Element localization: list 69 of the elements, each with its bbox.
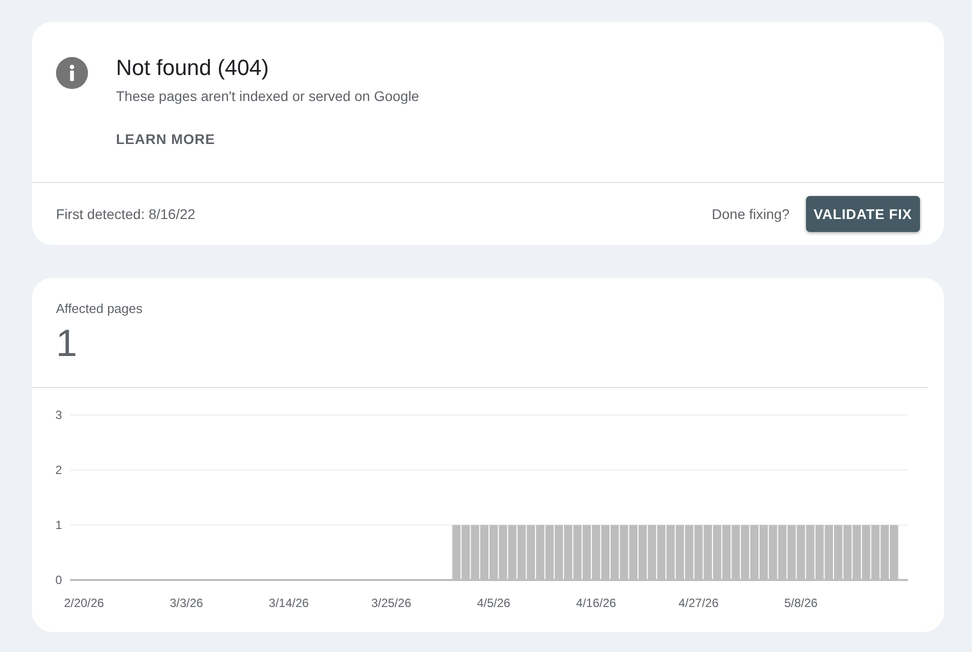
bar	[880, 525, 889, 580]
info-icon	[56, 57, 88, 89]
bar	[676, 525, 684, 580]
bar	[685, 525, 694, 580]
bar	[517, 525, 526, 580]
validate-fix-button[interactable]: VALIDATE FIX	[806, 196, 920, 232]
bar	[648, 525, 656, 580]
bar	[760, 525, 768, 580]
bar	[620, 525, 628, 580]
first-detected-text: First detected: 8/16/22	[56, 205, 196, 224]
x-axis-label: 4/5/26	[476, 596, 510, 610]
bar	[536, 525, 544, 580]
x-axis-label: 3/3/26	[170, 596, 204, 610]
bar	[815, 525, 824, 580]
bar	[573, 525, 582, 580]
bar	[508, 525, 516, 580]
bar	[490, 525, 498, 580]
affected-pages-count: 1	[56, 324, 78, 364]
bar	[470, 525, 480, 580]
y-axis-label: 1	[55, 518, 62, 532]
bar	[732, 525, 740, 580]
bar	[582, 525, 591, 580]
bar	[871, 525, 880, 580]
y-axis-label: 2	[55, 463, 62, 477]
bar	[834, 525, 842, 580]
x-axis-label: 5/8/26	[784, 596, 818, 610]
bar	[824, 525, 833, 580]
bar	[787, 525, 796, 580]
x-axis-label: 4/27/26	[678, 596, 719, 610]
bar	[796, 525, 806, 580]
bar	[629, 525, 638, 580]
bar	[564, 525, 572, 580]
bar	[768, 525, 778, 580]
bar	[806, 525, 814, 580]
bar	[592, 525, 600, 580]
bar	[601, 525, 610, 580]
done-fixing-prompt: Done fixing?	[712, 205, 790, 224]
issue-title: Not found (404)	[116, 54, 269, 82]
bar	[666, 525, 675, 580]
bar	[778, 525, 786, 580]
affected-pages-label: Affected pages	[56, 301, 142, 317]
bar	[740, 525, 750, 580]
bar	[545, 525, 554, 580]
bar	[694, 525, 703, 580]
y-axis-label: 3	[55, 408, 62, 422]
bar	[712, 525, 722, 580]
bar	[657, 525, 666, 580]
bar	[852, 525, 861, 580]
bar	[722, 525, 731, 580]
x-axis-label: 3/25/26	[371, 596, 412, 610]
bar	[638, 525, 647, 580]
learn-more-button[interactable]: LEARN MORE	[108, 121, 224, 157]
bar	[862, 525, 870, 580]
bar	[554, 525, 563, 580]
bar	[498, 525, 508, 580]
x-axis-label: 2/20/26	[64, 596, 104, 610]
x-axis-label: 4/16/26	[576, 596, 616, 610]
bar	[750, 525, 759, 580]
bar	[843, 525, 852, 580]
bar	[480, 525, 488, 580]
bar	[452, 525, 461, 580]
bar	[704, 525, 712, 580]
y-axis-label: 0	[55, 573, 62, 587]
bar	[526, 525, 536, 580]
issue-description: These pages aren't indexed or served on Google	[116, 87, 420, 106]
bar	[610, 525, 619, 580]
bar	[890, 525, 898, 580]
x-axis-label: 3/14/26	[268, 596, 309, 610]
bar	[462, 525, 470, 580]
